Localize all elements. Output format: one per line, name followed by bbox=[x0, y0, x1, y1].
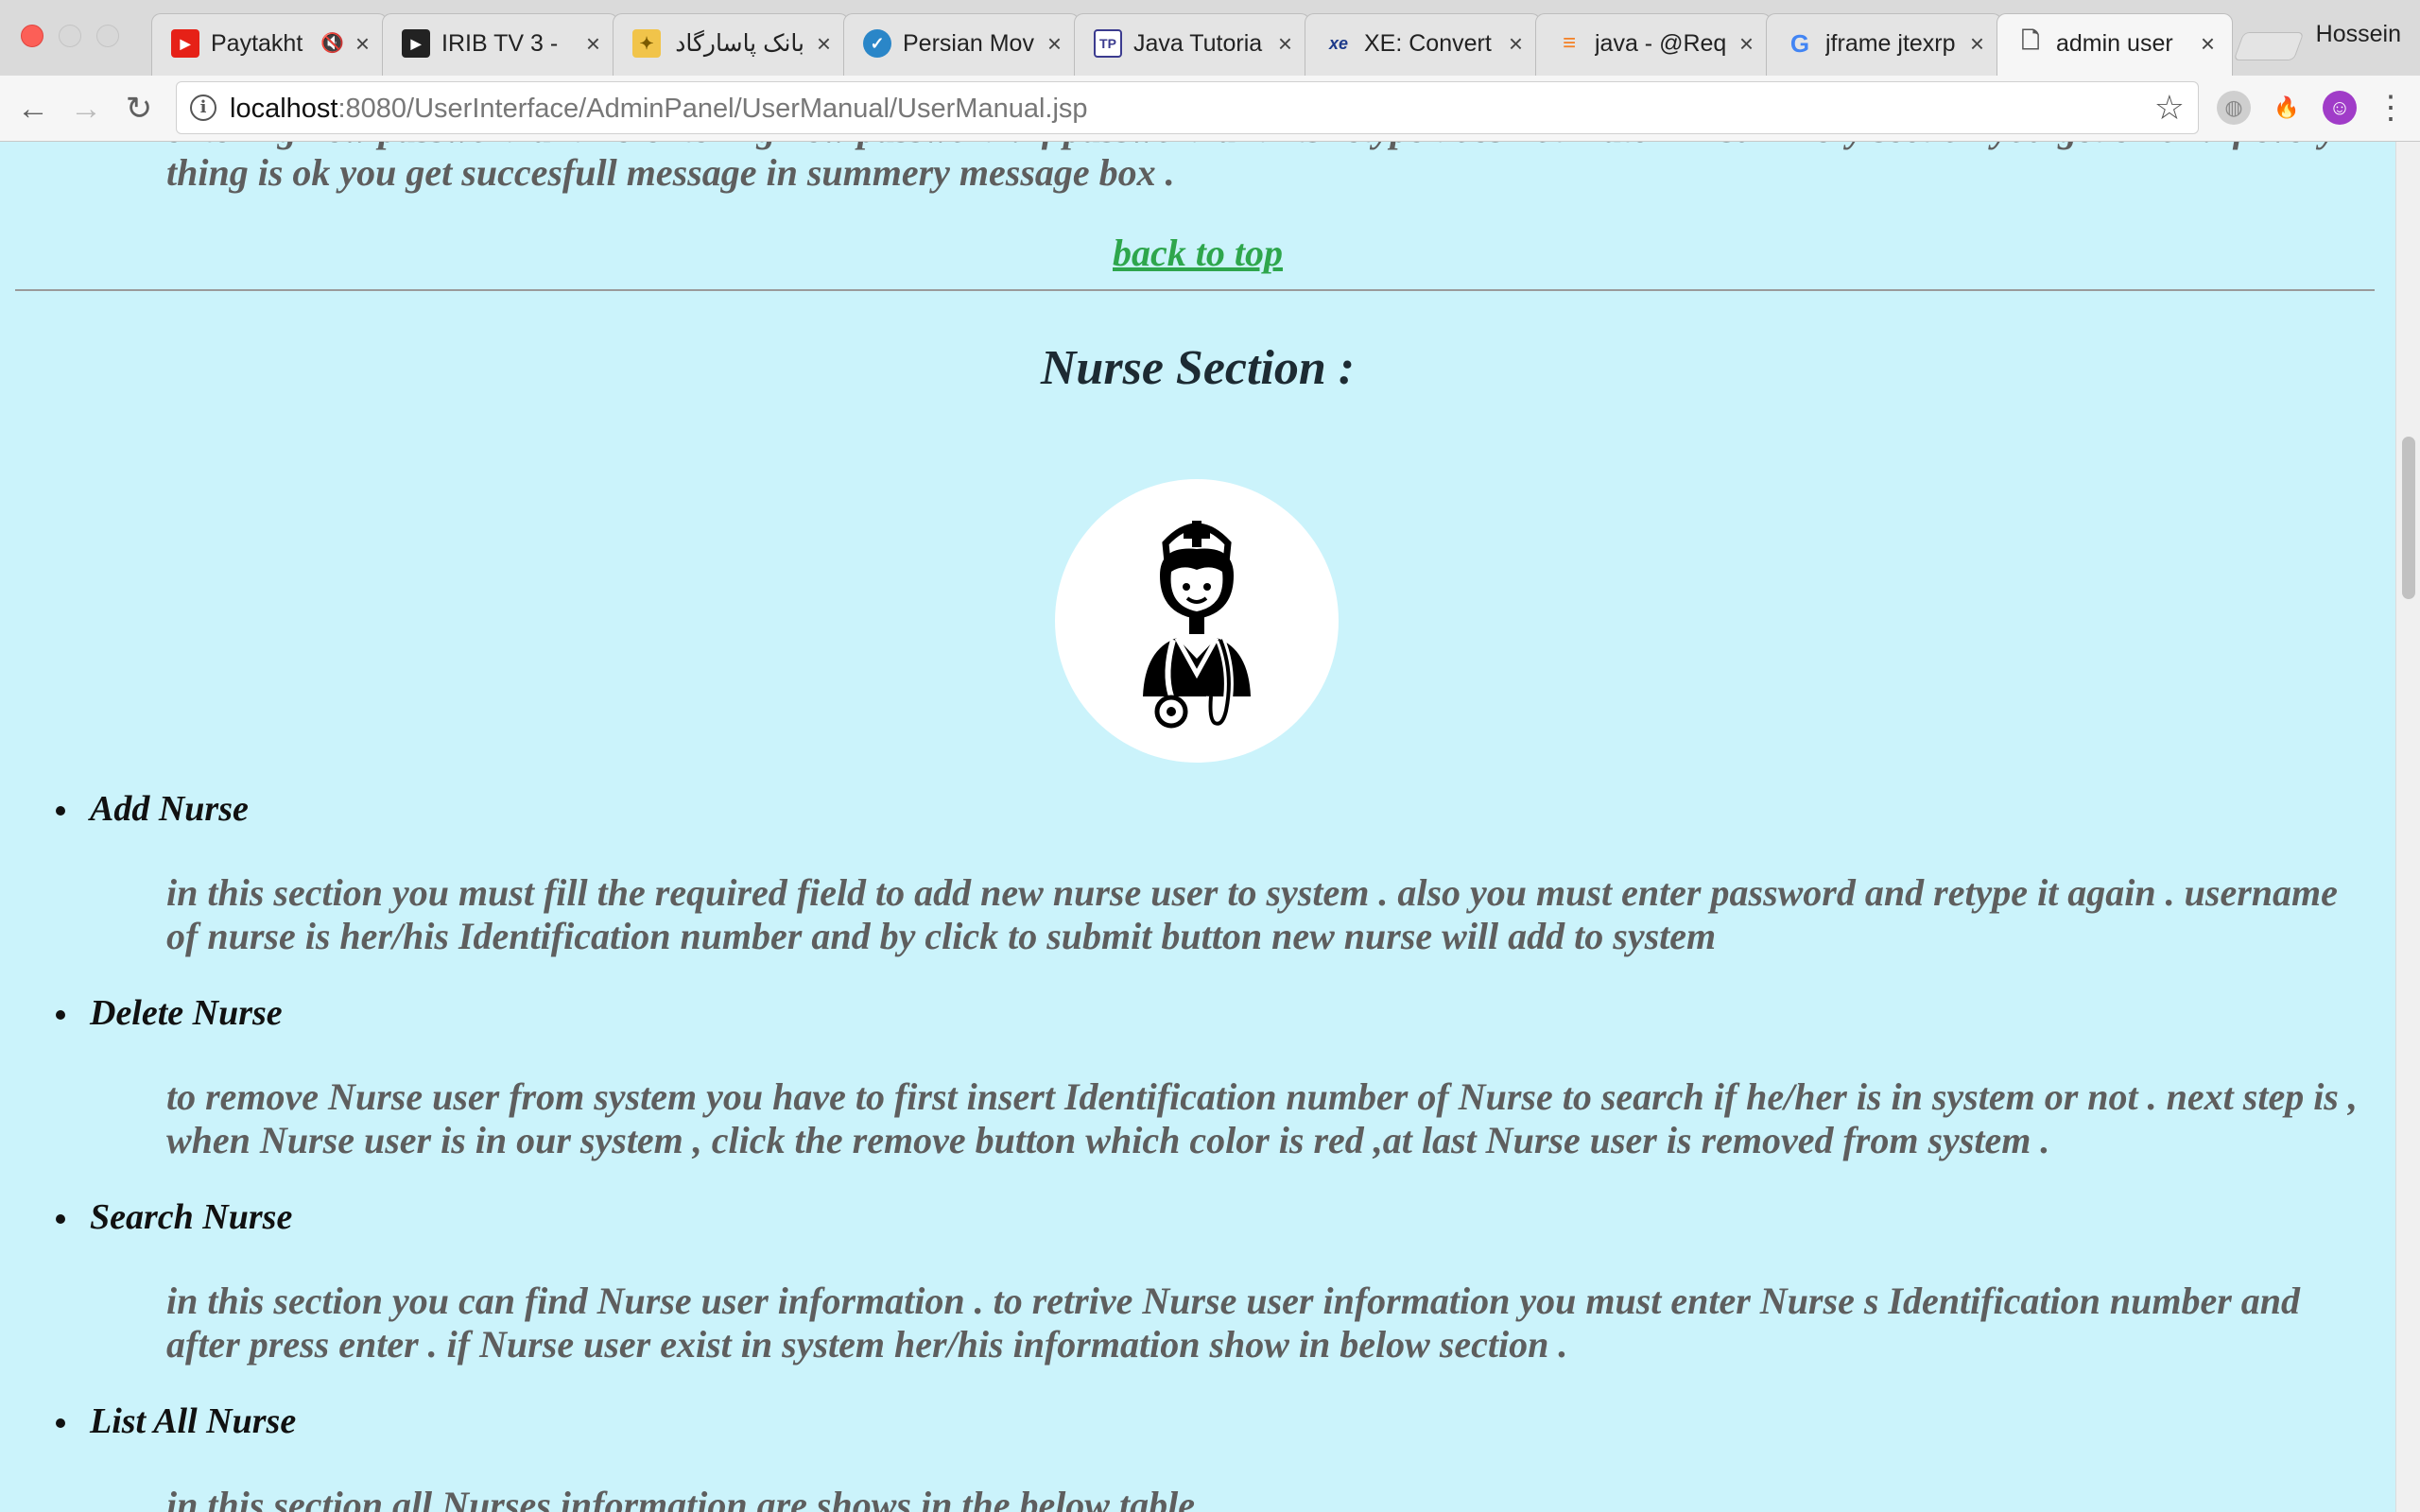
tab-title: Java Tutoria bbox=[1133, 30, 1263, 57]
tab-7[interactable]: G jframe jtexrp × bbox=[1766, 13, 2002, 76]
tab-close-icon[interactable]: × bbox=[355, 29, 370, 58]
item-title: Add Nurse bbox=[90, 789, 249, 829]
item-description: to remove Nurse user from system you hav… bbox=[166, 1075, 2358, 1161]
previous-tail-line1: entering new password and re-entering ne… bbox=[166, 142, 2378, 151]
tab-strip: ▶ Paytakht 🔇 × ▶ IRIB TV 3 - × ✦ بانک پا… bbox=[0, 0, 2420, 76]
tab-3[interactable]: ✓ Persian Mov × bbox=[843, 13, 1080, 76]
url-text[interactable]: localhost:8080/UserInterface/AdminPanel/… bbox=[230, 94, 1088, 124]
flame-extension-icon[interactable]: 🔥 bbox=[2270, 91, 2304, 125]
item-title: Search Nurse bbox=[90, 1197, 293, 1237]
item-title: Delete Nurse bbox=[90, 993, 283, 1033]
tab-close-icon[interactable]: × bbox=[1739, 29, 1754, 58]
tab-title: Persian Mov bbox=[903, 30, 1034, 57]
menu-dots-icon[interactable]: ⋮ bbox=[2375, 89, 2407, 127]
bookmark-star-icon[interactable]: ☆ bbox=[2154, 88, 2185, 128]
play-icon: ▶ bbox=[402, 29, 430, 58]
tab-title: XE: Convert bbox=[1364, 30, 1492, 57]
tab-title: admin user bbox=[2056, 30, 2173, 57]
section-title: Nurse Section : bbox=[1040, 341, 1356, 395]
tab-close-icon[interactable]: × bbox=[586, 29, 600, 58]
tab-1[interactable]: ▶ IRIB TV 3 - × bbox=[382, 13, 618, 76]
page-icon: 🗋 bbox=[2021, 27, 2040, 54]
page-scrollbar[interactable] bbox=[2395, 142, 2420, 1512]
address-bar[interactable]: i localhost:8080/UserInterface/AdminPane… bbox=[176, 81, 2199, 134]
browser-toolbar: ← → ↻ i localhost:8080/UserInterface/Adm… bbox=[0, 76, 2420, 142]
item-description: in this section all Nurses information a… bbox=[166, 1484, 1195, 1512]
profile-name[interactable]: Hossein bbox=[2316, 21, 2401, 48]
youtube-icon: ▶ bbox=[171, 29, 199, 58]
stackoverflow-icon: ≡ bbox=[1562, 30, 1576, 56]
nurse-icon bbox=[1143, 521, 1251, 729]
tab-title: java - @Req bbox=[1595, 30, 1727, 57]
tab-close-icon[interactable]: × bbox=[2201, 29, 2215, 58]
info-icon[interactable]: i bbox=[190, 94, 216, 121]
face-extension-icon[interactable]: ☺ bbox=[2323, 91, 2357, 125]
previous-section-text: entering new password and re-entering ne… bbox=[166, 142, 2378, 195]
tab-5[interactable]: xe XE: Convert × bbox=[1305, 13, 1541, 76]
tab-4[interactable]: TP Java Tutoria × bbox=[1074, 13, 1310, 76]
globe-extension-icon[interactable]: ◍ bbox=[2217, 91, 2251, 125]
item-description: in this section you can find Nurse user … bbox=[166, 1280, 2301, 1366]
google-icon: G bbox=[1789, 28, 1810, 58]
window-close-button[interactable] bbox=[21, 25, 43, 47]
tab-title: jframe jtexrp bbox=[1825, 30, 1956, 57]
list-item-search-nurse: Search Nurse bbox=[55, 1196, 293, 1238]
persian-movies-icon: ✓ bbox=[863, 29, 891, 58]
item-description: in this section you must fill the requir… bbox=[166, 871, 2338, 957]
tab-title: IRIB TV 3 - bbox=[441, 30, 559, 57]
xe-icon: xe bbox=[1328, 33, 1349, 53]
tab-8[interactable]: 🗋 admin user × bbox=[1996, 13, 2233, 76]
tab-close-icon[interactable]: × bbox=[1509, 29, 1523, 58]
back-arrow-icon[interactable]: ← bbox=[13, 89, 53, 129]
list-item-delete-nurse: Delete Nurse bbox=[56, 992, 283, 1034]
url-path: :8080/UserInterface/AdminPanel/UserManua… bbox=[337, 94, 1088, 124]
forward-arrow-icon[interactable]: → bbox=[66, 89, 106, 129]
bank-icon: ✦ bbox=[632, 29, 661, 58]
window-minimize-button[interactable] bbox=[59, 25, 81, 47]
tab-6[interactable]: ≡ java - @Req × bbox=[1535, 13, 1772, 76]
tab-title: بانک پاسارگاد :: bbox=[672, 30, 804, 57]
tab-close-icon[interactable]: × bbox=[1970, 29, 1984, 58]
page-content: entering new password and re-entering ne… bbox=[0, 142, 2395, 1512]
reload-icon[interactable]: ↻ bbox=[119, 89, 159, 129]
list-item-add-nurse: Add Nurse bbox=[56, 788, 249, 830]
url-host: localhost bbox=[230, 94, 338, 124]
list-item-list-all-nurse: List All Nurse bbox=[55, 1400, 297, 1442]
tab-0[interactable]: ▶ Paytakht 🔇 × bbox=[151, 13, 388, 76]
window-zoom-button[interactable] bbox=[96, 25, 119, 47]
tab-close-icon[interactable]: × bbox=[817, 29, 831, 58]
back-to-top-link[interactable]: back to top bbox=[0, 231, 2395, 275]
nurse-avatar bbox=[1055, 479, 1339, 763]
tutorial-icon: TP bbox=[1094, 29, 1122, 58]
section-divider bbox=[15, 289, 2375, 291]
new-tab-button[interactable] bbox=[2233, 32, 2305, 60]
tab-close-icon[interactable]: × bbox=[1047, 29, 1062, 58]
tab-close-icon[interactable]: × bbox=[1278, 29, 1292, 58]
scrollbar-thumb[interactable] bbox=[2402, 437, 2415, 599]
tab-2[interactable]: ✦ بانک پاسارگاد :: × bbox=[613, 13, 849, 76]
item-title: List All Nurse bbox=[90, 1401, 297, 1441]
previous-tail-line2: thing is ok you get succesfull message i… bbox=[166, 151, 1175, 194]
speaker-mute-icon[interactable]: 🔇 bbox=[320, 31, 344, 55]
